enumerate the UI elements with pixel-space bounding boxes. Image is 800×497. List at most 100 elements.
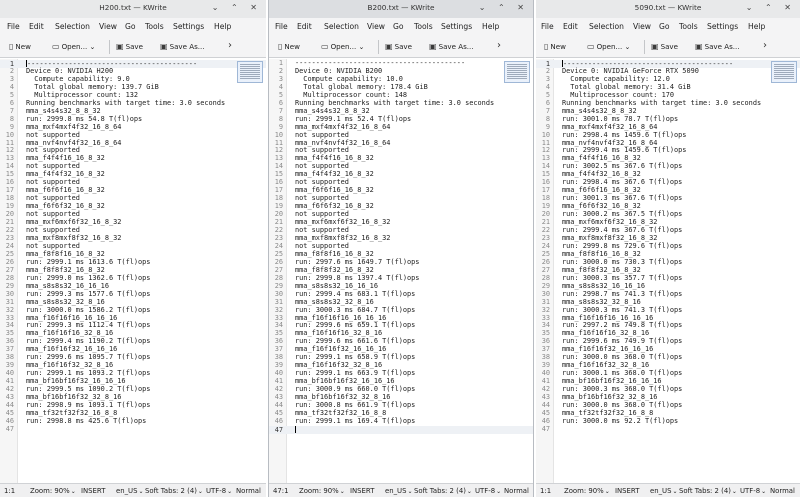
menu-file[interactable]: File — [541, 22, 554, 31]
window-controls-icon[interactable]: ⌄ ⌃ ✕ — [212, 3, 262, 12]
menu-selection[interactable]: Selection — [55, 22, 90, 31]
line-text: run: 2999.1 ms 1093.2 T(fl)ops — [26, 369, 151, 378]
text-lines: 1 ---------------------------------------… — [536, 60, 800, 434]
line-text: Device 0: NVIDIA H200 — [26, 66, 114, 75]
title-bar[interactable]: B200.txt — KWrite ⌄ ⌃ ✕ — [269, 0, 533, 18]
menu-go[interactable]: Go — [125, 22, 136, 31]
line-text: mma_mxf4mxf4f32_16_8_64 — [295, 122, 391, 131]
syntax-mode[interactable]: Normal — [504, 487, 529, 495]
chevron-right-icon[interactable]: › — [763, 40, 767, 51]
window-controls-icon[interactable]: ⌄ ⌃ ✕ — [746, 3, 796, 12]
dictionary-language[interactable]: en_US — [116, 487, 144, 495]
new-button[interactable]: ▯ New — [544, 42, 566, 51]
text-editor[interactable]: 1 ---------------------------------------… — [0, 59, 266, 483]
input-mode[interactable]: INSERT — [615, 487, 639, 495]
menu-settings[interactable]: Settings — [441, 22, 472, 31]
menu-tools[interactable]: Tools — [145, 22, 164, 31]
title-bar[interactable]: H200.txt — KWrite ⌄ ⌃ ✕ — [0, 0, 266, 18]
line-text: mma_bf16bf16f32_16_16_16 — [562, 377, 662, 386]
menu-selection[interactable]: Selection — [324, 22, 359, 31]
menu-help[interactable]: Help — [482, 22, 499, 31]
line-text: mma_f16f16f16_32_8_16 — [26, 329, 114, 338]
minimap[interactable] — [771, 61, 797, 83]
chevron-right-icon[interactable]: › — [497, 40, 501, 51]
line-text: Total global memory: 31.4 GiB — [562, 82, 691, 91]
cursor-position[interactable]: 47:1 — [273, 487, 288, 495]
indentation-settings[interactable]: Soft Tabs: 2 (4) — [414, 487, 472, 495]
encoding[interactable]: UTF-8 — [740, 487, 766, 495]
dictionary-language[interactable]: en_US — [385, 487, 413, 495]
line-text: not supported — [295, 194, 349, 203]
line-text: mma_f8f8f16_16_8_32 — [562, 249, 641, 258]
new-button[interactable]: ▯ New — [278, 42, 300, 51]
menu-go[interactable]: Go — [393, 22, 404, 31]
menu-file[interactable]: File — [275, 22, 288, 31]
input-mode[interactable]: INSERT — [350, 487, 374, 495]
minimap[interactable] — [237, 61, 263, 83]
dictionary-language[interactable]: en_US — [650, 487, 678, 495]
menu-edit[interactable]: Edit — [29, 22, 44, 31]
menu-selection[interactable]: Selection — [589, 22, 624, 31]
menu-tools[interactable]: Tools — [679, 22, 698, 31]
menu-help[interactable]: Help — [748, 22, 765, 31]
save-button[interactable]: ▣ Save — [651, 42, 678, 51]
text-line[interactable]: 46 run: 2998.8 ms 425.6 T(fl)ops — [0, 417, 266, 426]
line-text: not supported — [26, 130, 80, 139]
menu-tools[interactable]: Tools — [414, 22, 433, 31]
zoom-level[interactable]: Zoom: 90% — [30, 487, 76, 495]
open-button[interactable]: ▭ Open... ⌄ — [321, 42, 364, 51]
syntax-mode[interactable]: Normal — [236, 487, 261, 495]
save-icon: ▣ — [651, 42, 659, 51]
menu-go[interactable]: Go — [659, 22, 670, 31]
text-editor[interactable]: 1 ---------------------------------------… — [269, 59, 533, 483]
open-button[interactable]: ▭ Open... ⌄ — [587, 42, 630, 51]
save-as-button[interactable]: ▣ Save As... — [429, 42, 474, 51]
minimap[interactable] — [504, 61, 530, 83]
text-line[interactable]: 47 — [269, 425, 533, 434]
menu-view[interactable]: View — [367, 22, 385, 31]
save-as-button[interactable]: ▣ Save As... — [160, 42, 205, 51]
text-line[interactable]: 46 run: 2999.1 ms 169.4 T(fl)ops — [269, 416, 533, 426]
text-line[interactable]: 47 — [536, 425, 800, 434]
menu-settings[interactable]: Settings — [707, 22, 738, 31]
line-text: mma_mxf8mxf8f32_16_8_32 — [295, 233, 391, 242]
indentation-settings[interactable]: Soft Tabs: 2 (4) — [679, 487, 737, 495]
line-number: 46 — [274, 416, 283, 425]
line-text: run: 3000.0 ms 92.2 T(fl)ops — [562, 416, 679, 425]
encoding[interactable]: UTF-8 — [475, 487, 501, 495]
chevron-right-icon[interactable]: › — [228, 40, 232, 51]
cursor-position[interactable]: 1:1 — [540, 487, 551, 495]
line-text: run: 2999.6 ms 1095.7 T(fl)ops — [26, 353, 151, 362]
window-controls-icon[interactable]: ⌄ ⌃ ✕ — [479, 3, 529, 12]
line-text: run: 2998.4 ms 367.6 T(fl)ops — [562, 178, 683, 187]
input-mode[interactable]: INSERT — [81, 487, 105, 495]
line-number: 47 — [5, 424, 14, 433]
text-line[interactable]: 46 run: 3000.0 ms 92.2 T(fl)ops — [536, 416, 800, 426]
indentation-settings[interactable]: Soft Tabs: 2 (4) — [145, 487, 203, 495]
syntax-mode[interactable]: Normal — [770, 487, 795, 495]
line-text: run: 2999.1 ms 658.9 T(fl)ops — [295, 353, 416, 362]
text-line[interactable]: 47 — [0, 424, 266, 434]
new-button[interactable]: ▯ New — [9, 42, 31, 51]
save-as-button[interactable]: ▣ Save As... — [695, 42, 740, 51]
menu-file[interactable]: File — [7, 22, 20, 31]
zoom-level[interactable]: Zoom: 90% — [299, 487, 345, 495]
line-text: not supported — [295, 146, 349, 155]
menu-view[interactable]: View — [99, 22, 117, 31]
menu-help[interactable]: Help — [214, 22, 231, 31]
save-button[interactable]: ▣ Save — [385, 42, 412, 51]
open-button[interactable]: ▭ Open... ⌄ — [52, 42, 95, 51]
title-bar[interactable]: 5090.txt — KWrite ⌄ ⌃ ✕ — [536, 0, 800, 18]
zoom-level[interactable]: Zoom: 90% — [564, 487, 610, 495]
encoding[interactable]: UTF-8 — [206, 487, 232, 495]
line-text: mma_f16f16f32_16_16_16 — [562, 345, 654, 354]
save-button[interactable]: ▣ Save — [116, 42, 143, 51]
line-text: Compute capability: 10.0 — [295, 74, 403, 83]
menu-edit[interactable]: Edit — [297, 22, 312, 31]
cursor-position[interactable]: 1:1 — [4, 487, 15, 495]
menu-edit[interactable]: Edit — [563, 22, 578, 31]
menu-settings[interactable]: Settings — [173, 22, 204, 31]
text-editor[interactable]: 1 ---------------------------------------… — [536, 59, 800, 483]
menu-view[interactable]: View — [633, 22, 651, 31]
line-text: mma_f8f8f32_16_8_32 — [295, 265, 374, 274]
